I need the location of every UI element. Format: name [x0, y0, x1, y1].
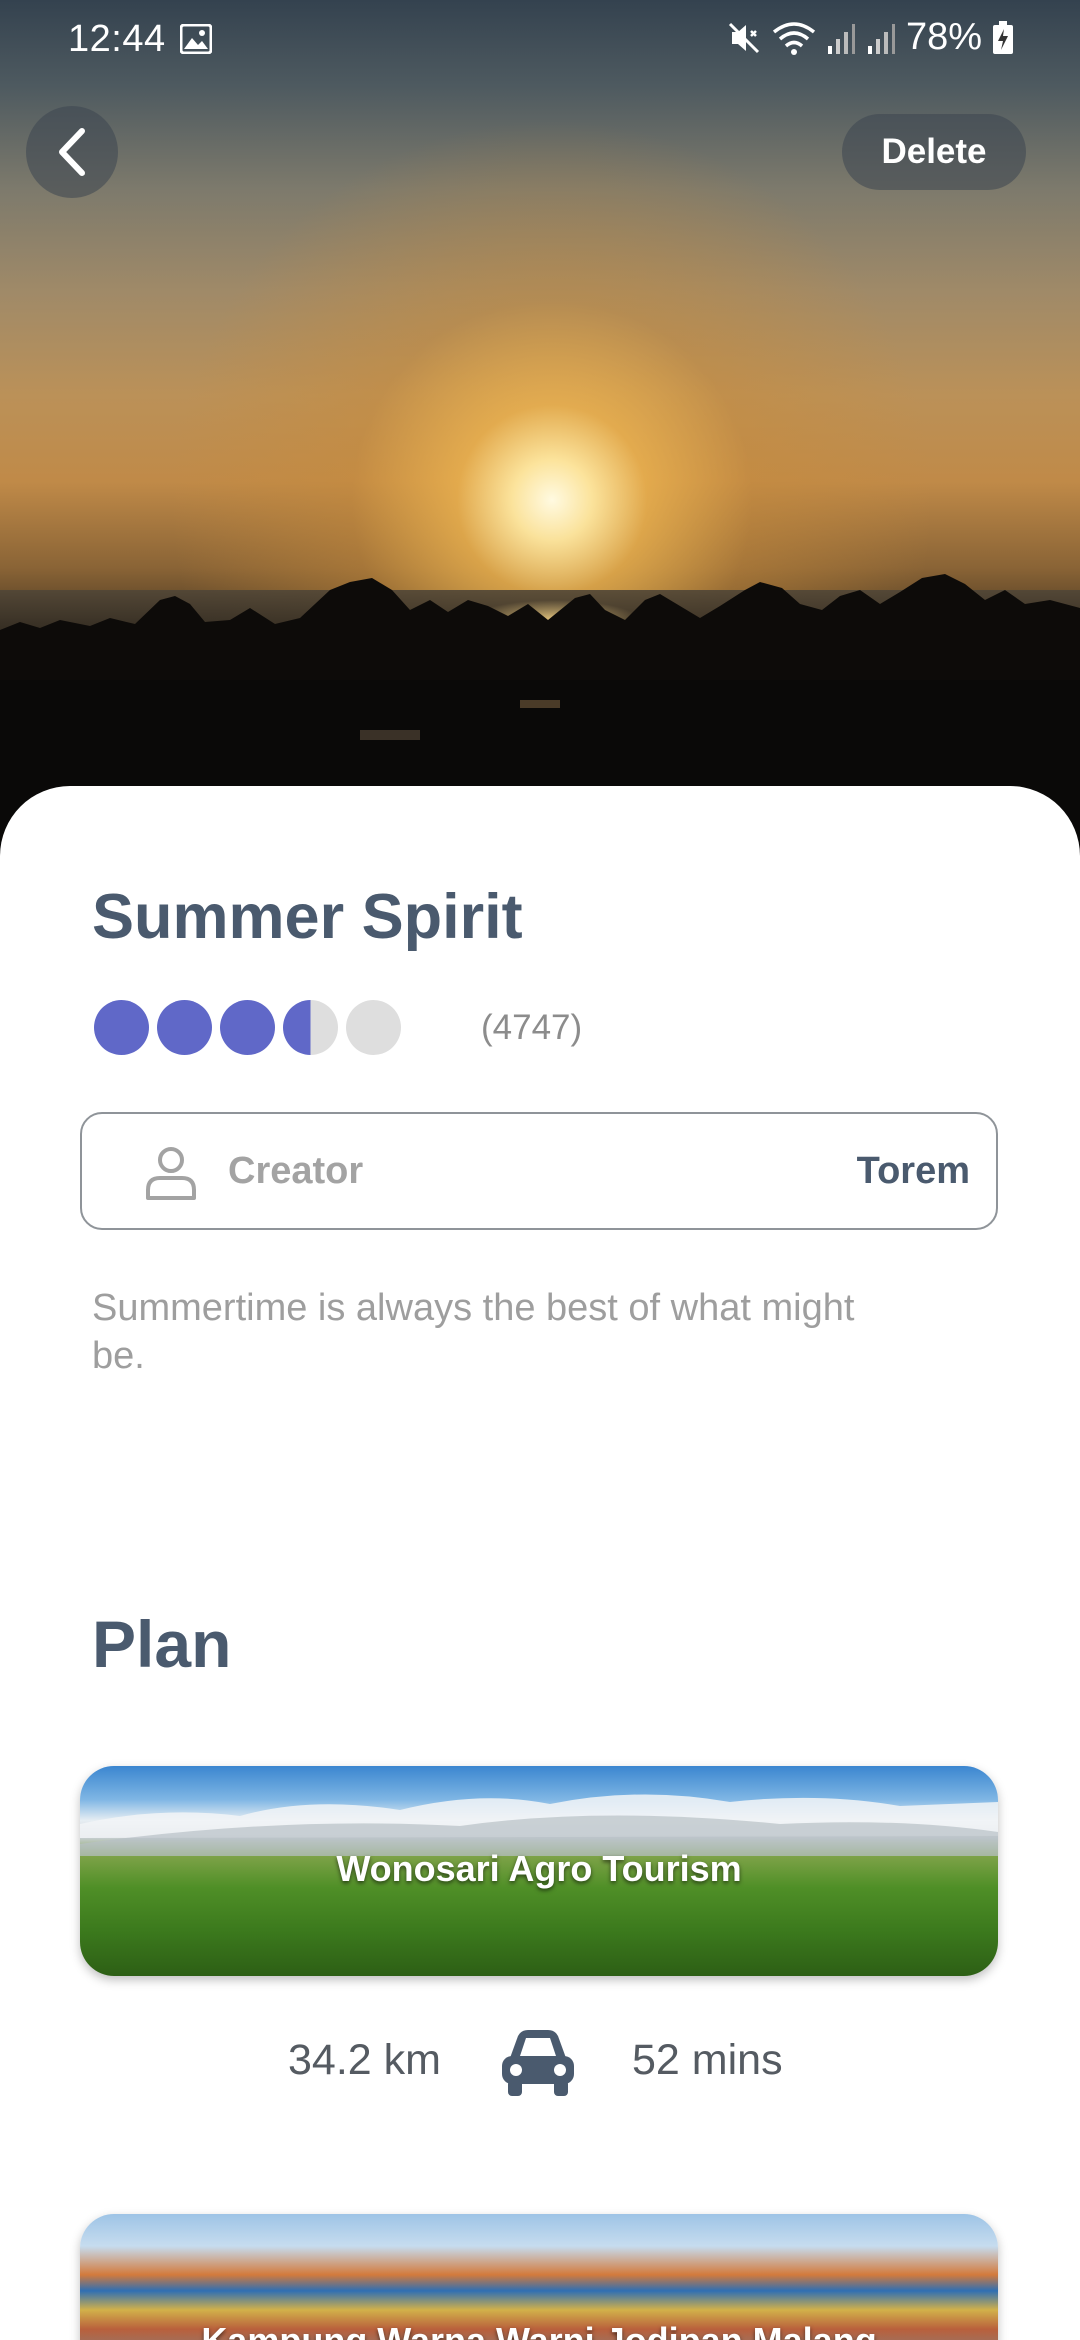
status-time: 12:44 — [68, 18, 166, 60]
plan-section-title: Plan — [92, 1607, 232, 1681]
rating-dot-half — [283, 1000, 338, 1055]
creator-name: Torem — [856, 1150, 970, 1192]
person-icon — [146, 1147, 196, 1200]
battery-charging-icon — [993, 20, 1013, 54]
plan-stop-name: Wonosari Agro Tourism — [336, 1848, 742, 1889]
creator-field[interactable]: Creator Torem — [80, 1112, 998, 1230]
rating-stars: (4747) — [94, 1000, 582, 1055]
trip-title: Summer Spirit — [92, 882, 523, 952]
rating-count: (4747) — [481, 1007, 583, 1047]
rating-dot-empty — [346, 1000, 401, 1055]
route-duration: 52 mins — [632, 2036, 783, 2084]
trip-details-card: Summer Spirit (4747) Creator Torem Summe… — [0, 786, 1080, 2340]
status-indicators: 78% — [726, 16, 1014, 59]
chevron-left-icon — [59, 128, 85, 176]
wifi-icon — [772, 21, 816, 55]
creator-label: Creator — [228, 1150, 364, 1192]
trip-description: Summertime is always the best of what mi… — [92, 1287, 855, 1377]
back-button[interactable] — [26, 106, 118, 198]
rating-dot-full — [157, 1000, 212, 1055]
signal-icon-1 — [827, 23, 855, 54]
route-leg: 34.2 km 52 mins — [0, 2022, 1080, 2102]
car-icon — [502, 2030, 574, 2096]
mute-vibrate-icon — [728, 22, 759, 53]
battery-percentage: 78% — [905, 16, 982, 58]
signal-icon-2 — [867, 23, 895, 54]
status-bar: 12:44 78% — [0, 0, 1080, 80]
plan-stop-card[interactable]: Kampung Warna Warni Jodipan Malang — [80, 2214, 998, 2340]
plan-stop-name: Kampung Warna Warni Jodipan Malang — [80, 2320, 998, 2340]
route-distance: 34.2 km — [288, 2036, 441, 2084]
rating-dot-full — [220, 1000, 275, 1055]
gallery-notification-icon — [180, 24, 212, 54]
delete-button[interactable]: Delete — [842, 114, 1026, 190]
plan-stop-card[interactable]: Wonosari Agro Tourism — [80, 1766, 998, 1976]
rating-dot-full — [94, 1000, 149, 1055]
